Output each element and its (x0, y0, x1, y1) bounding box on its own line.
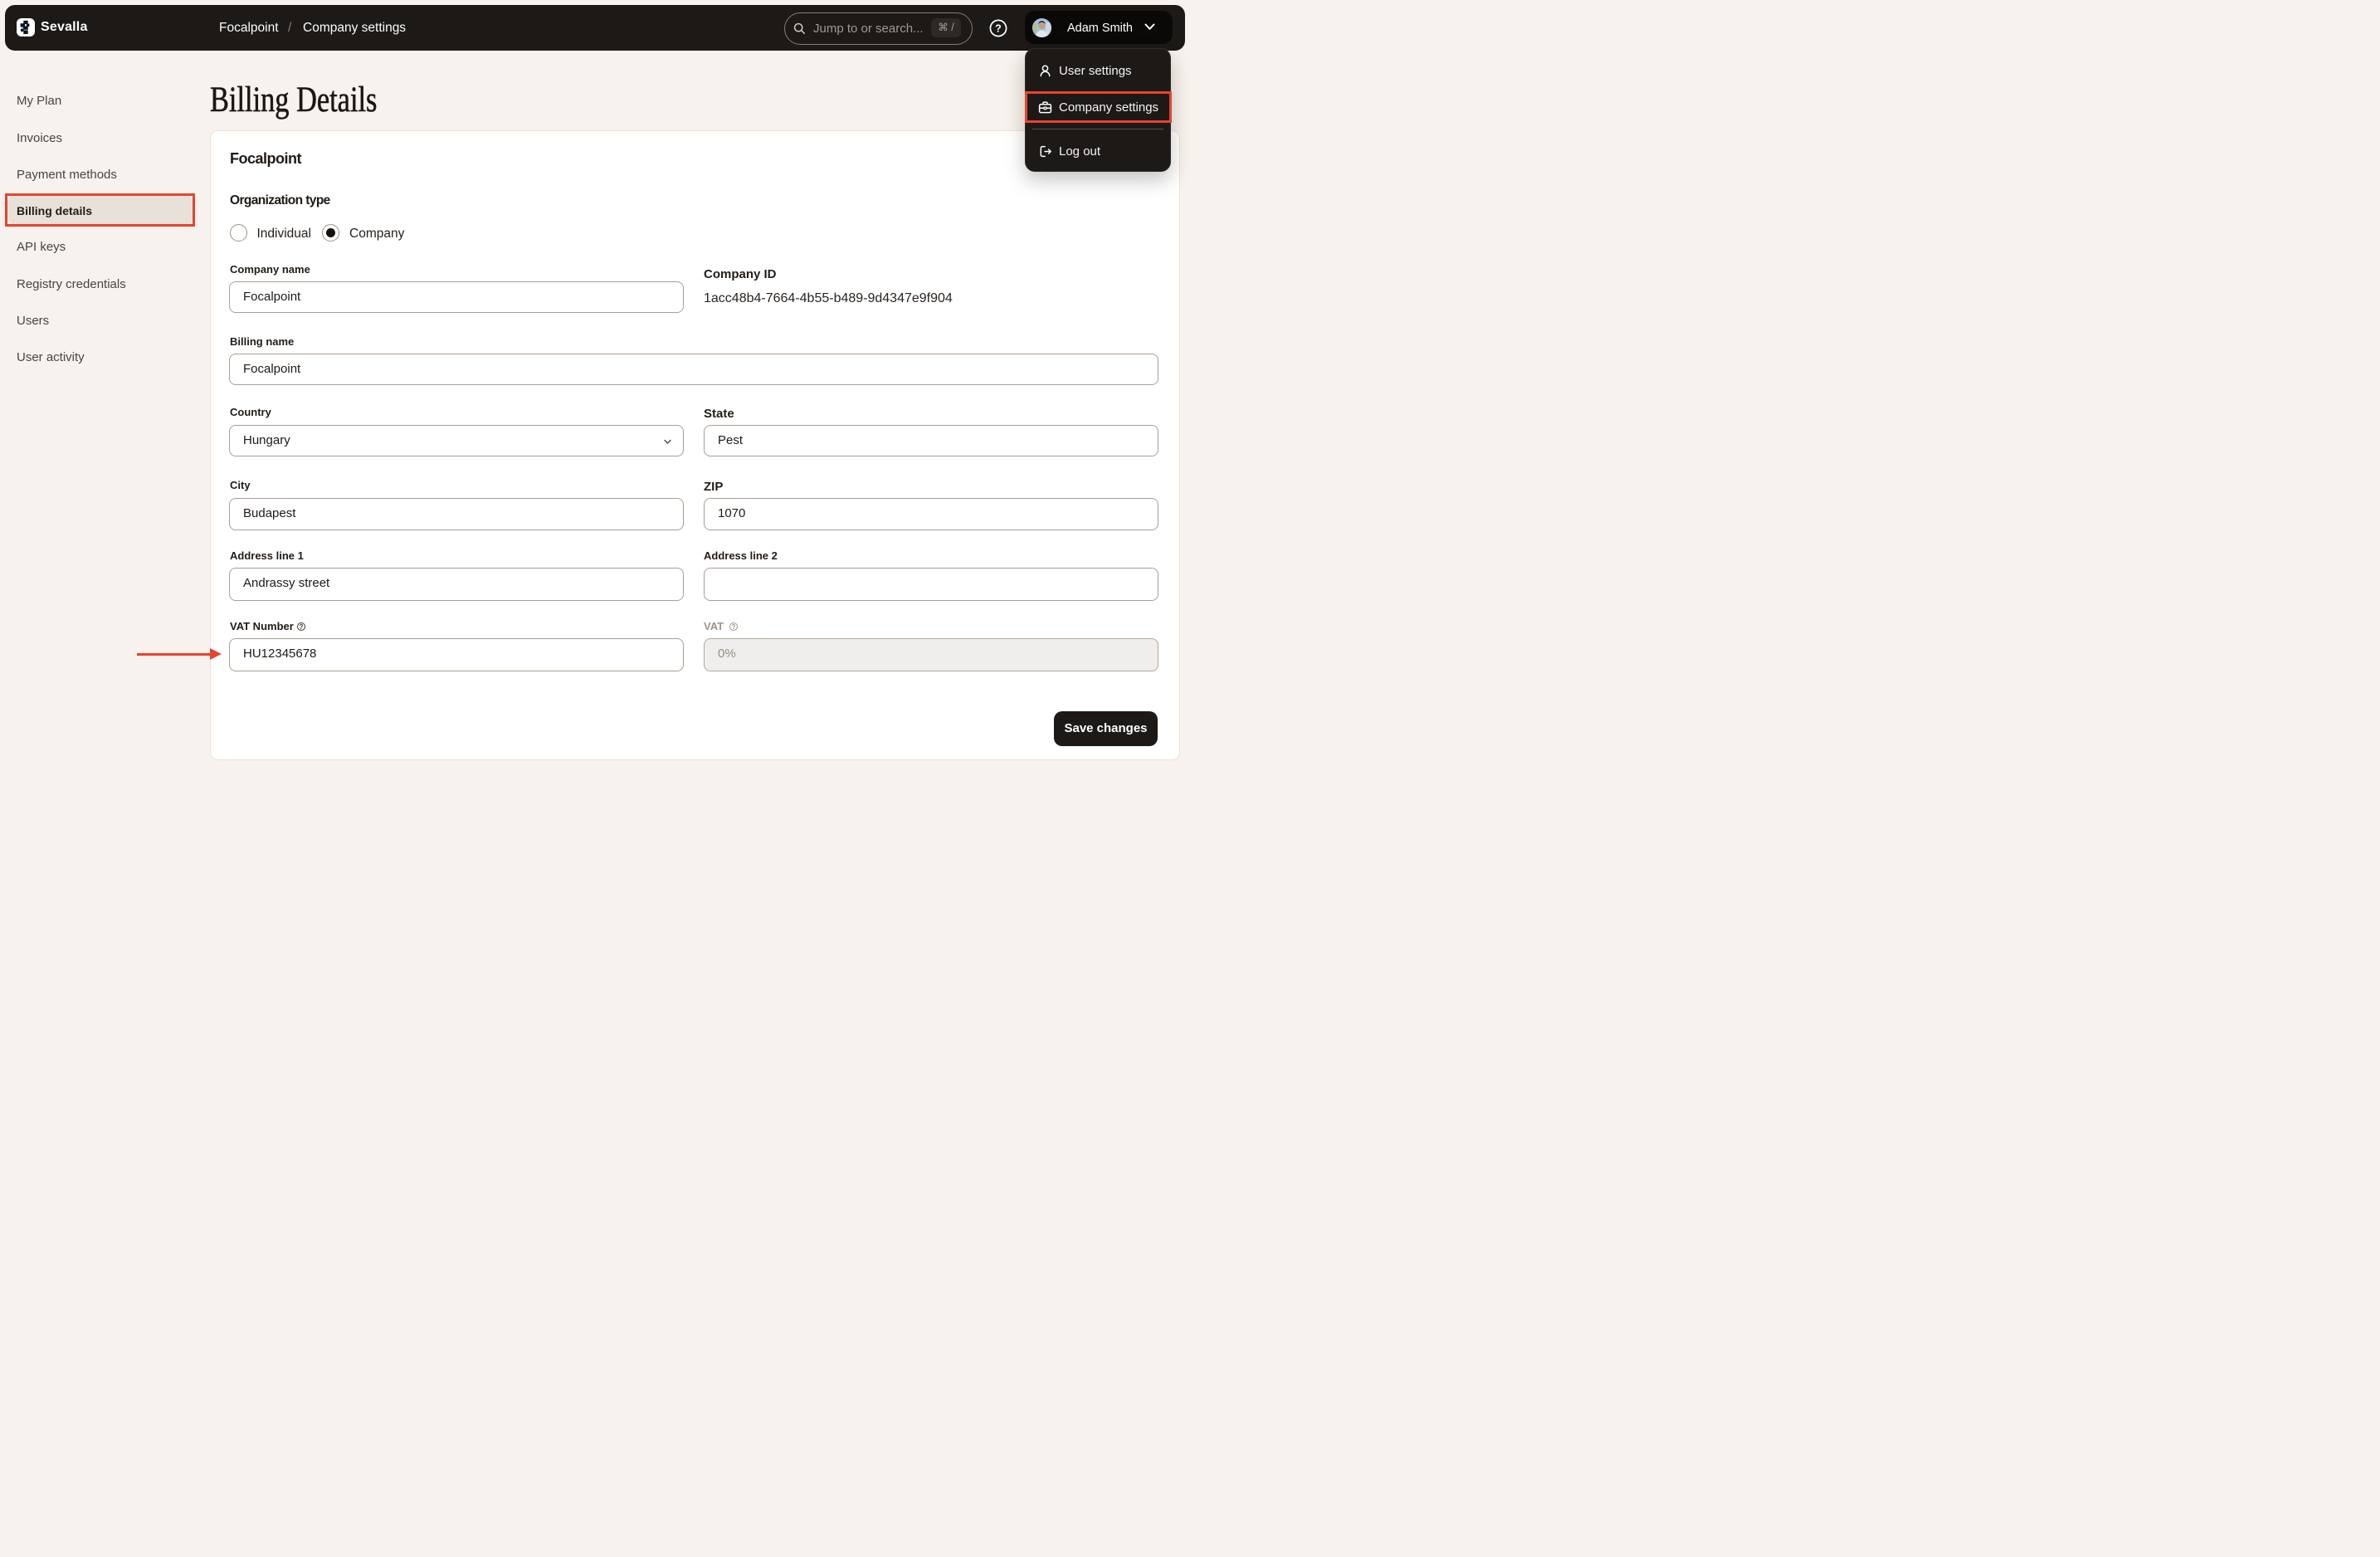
svg-text:?: ? (995, 22, 1002, 34)
